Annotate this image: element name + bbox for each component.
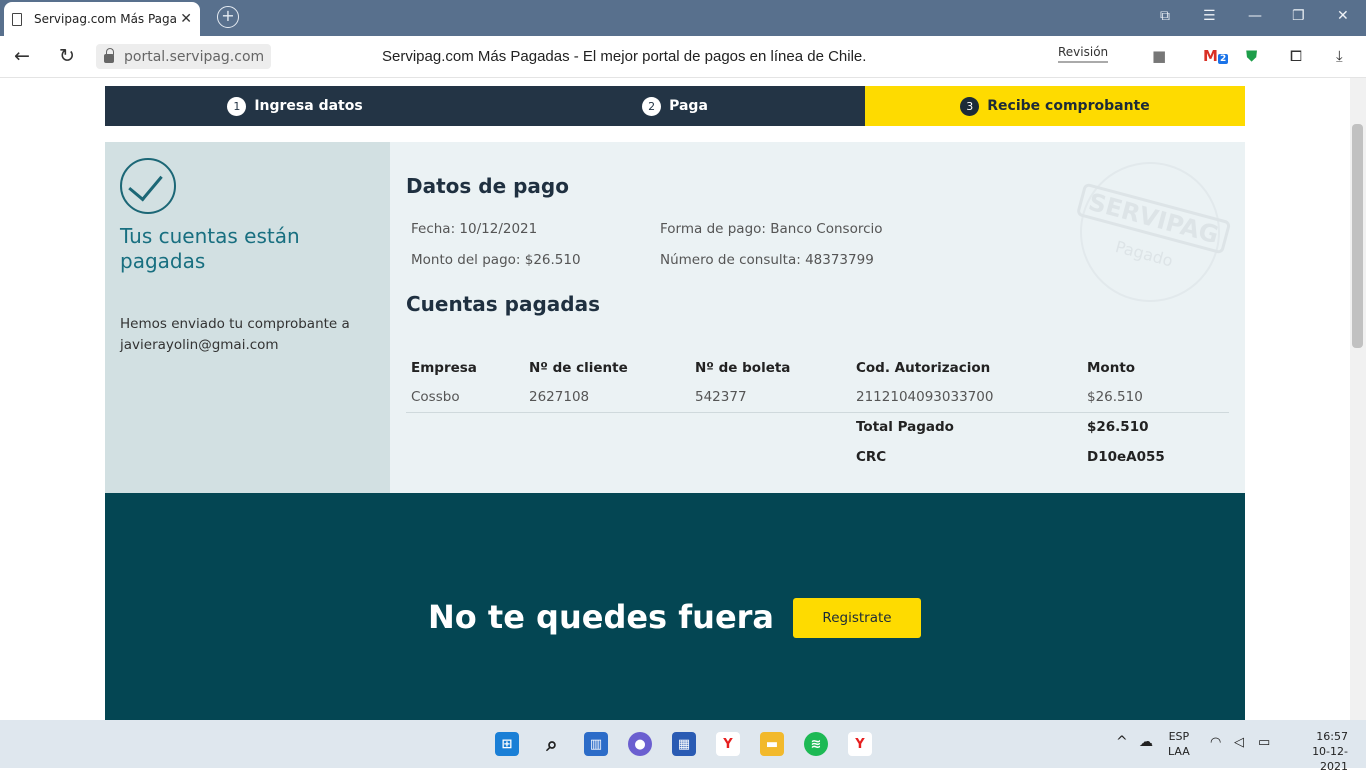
- gmail-badge: 2: [1217, 54, 1229, 64]
- minimize-icon[interactable]: —: [1248, 8, 1262, 24]
- confirmation-panel: Tus cuentas están pagadas Hemos enviado …: [105, 142, 390, 493]
- payment-details-panel: Datos de pago Fecha: 10/12/2021 Monto de…: [390, 142, 1245, 493]
- step-label: Ingresa datos: [254, 98, 363, 114]
- download-icon[interactable]: ⤓: [1336, 47, 1343, 65]
- crc-label: CRC: [856, 449, 887, 465]
- chevron-up-icon[interactable]: ^: [1116, 735, 1128, 750]
- banner-headline: No te quedes fuera: [428, 598, 775, 636]
- payment-date: Fecha: 10/12/2021: [411, 221, 538, 237]
- total-row: Total Pagado $26.510: [406, 412, 1229, 442]
- step-3: 3 Recibe comprobante: [865, 86, 1245, 126]
- bookmark-icon[interactable]: ■: [1152, 47, 1166, 65]
- tabs-panel-icon[interactable]: ⧉: [1160, 8, 1170, 24]
- menu-icon[interactable]: ☰: [1203, 8, 1216, 24]
- confirmation-title: Tus cuentas están pagadas: [120, 224, 300, 273]
- clock-time: 16:57: [1316, 730, 1348, 743]
- column-header: Cod. Autorizacion: [856, 360, 991, 376]
- step-number: 1: [227, 96, 247, 116]
- step-number: 3: [960, 96, 980, 116]
- column-header: Nº de cliente: [529, 360, 628, 376]
- crc-value: D10eA055: [1087, 449, 1165, 465]
- payment-amount: Monto del pago: $26.510: [411, 252, 581, 268]
- document-icon: [12, 12, 22, 26]
- register-button[interactable]: Registrate: [793, 598, 921, 638]
- revision-button[interactable]: Revisión: [1058, 45, 1109, 63]
- start-icon[interactable]: ⊞: [495, 732, 519, 756]
- yandex-icon[interactable]: Y: [848, 732, 872, 756]
- table-header-row: Empresa Nº de cliente Nº de boleta Cod. …: [406, 354, 1229, 382]
- payment-data-title: Datos de pago: [406, 174, 569, 198]
- column-header: Monto: [1087, 360, 1136, 376]
- payment-method: Forma de pago: Banco Consorcio: [660, 221, 883, 237]
- url-text: portal.servipag.com: [124, 48, 265, 65]
- spotify-icon[interactable]: ≋: [804, 732, 828, 756]
- tab-title: Servipag.com Más Pagadas: [34, 12, 177, 26]
- table-row: Cossbo 2627108 542377 2112104093033700 $…: [406, 382, 1229, 413]
- url-field[interactable]: portal.servipag.com: [96, 44, 271, 69]
- extensions-icon[interactable]: ⧠: [1290, 47, 1302, 65]
- checkmark-icon: [120, 158, 176, 214]
- browser-titlebar: Servipag.com Más Pagadas ✕ + ⧉ ☰ — ❐ ✕: [0, 0, 1366, 36]
- store-icon[interactable]: ▦: [672, 732, 696, 756]
- stamp-status: Pagado: [1113, 236, 1176, 271]
- paid-accounts-table: Empresa Nº de cliente Nº de boleta Cod. …: [406, 354, 1229, 472]
- battery-icon[interactable]: ▭: [1258, 735, 1270, 750]
- total-label: Total Pagado: [856, 419, 954, 436]
- file-explorer-icon[interactable]: ▬: [760, 732, 784, 756]
- task-view-icon[interactable]: ▥: [584, 732, 608, 756]
- lock-icon: [104, 48, 114, 63]
- clock-date: 10-12-2021: [1312, 745, 1348, 773]
- step-label: Recibe comprobante: [987, 98, 1150, 114]
- address-bar: ← ↻ portal.servipag.com Servipag.com Más…: [0, 36, 1366, 78]
- step-label: Paga: [669, 98, 708, 114]
- new-tab-button[interactable]: +: [217, 6, 239, 28]
- total-value: $26.510: [1087, 419, 1149, 436]
- wifi-icon[interactable]: ◠: [1210, 735, 1221, 750]
- step-number: 2: [642, 96, 662, 116]
- table-cell: 542377: [690, 382, 851, 413]
- language-indicator[interactable]: ESP LAA: [1168, 729, 1190, 759]
- table-cell: Cossbo: [406, 382, 524, 413]
- paid-stamp: SERVIPAG Pagado: [1064, 146, 1236, 318]
- onedrive-icon[interactable]: ☁: [1139, 735, 1153, 750]
- volume-icon[interactable]: ◁: [1234, 735, 1244, 750]
- confirmation-message: Hemos enviado tu comprobante a javierayo…: [120, 316, 350, 353]
- gmail-icon[interactable]: M2: [1203, 47, 1229, 65]
- column-header: Nº de boleta: [695, 360, 791, 376]
- paid-accounts-title: Cuentas pagadas: [406, 292, 600, 316]
- query-number: Número de consulta: 48373799: [660, 252, 874, 268]
- shield-extension-icon[interactable]: ⛊: [1246, 47, 1257, 65]
- page-title: Servipag.com Más Pagadas - El mejor port…: [382, 48, 867, 65]
- back-icon[interactable]: ←: [14, 45, 30, 67]
- search-icon[interactable]: ⌕: [540, 732, 564, 756]
- table-cell: $26.510: [1082, 382, 1229, 413]
- table-cell: 2112104093033700: [851, 382, 1082, 413]
- tab-close-icon[interactable]: ✕: [180, 11, 192, 27]
- keyboard-layout: LAA: [1168, 745, 1190, 758]
- stamp-brand: SERVIPAG: [1076, 181, 1232, 255]
- windows-taskbar: ⊞ ⌕ ▥ ● ▦ Y ▬ ≋ Y ^ ☁ ESP LAA ◠ ◁ ▭ 16:5…: [0, 720, 1366, 773]
- column-header: Empresa: [411, 360, 477, 376]
- clock[interactable]: 16:57 10-12-2021: [1290, 729, 1348, 774]
- language-code: ESP: [1168, 730, 1190, 743]
- step-2: 2 Paga: [485, 86, 865, 126]
- step-1: 1 Ingresa datos: [105, 86, 485, 126]
- revision-label: Revisión: [1058, 45, 1109, 59]
- register-banner: No te quedes fuera Registrate: [105, 493, 1245, 720]
- close-window-icon[interactable]: ✕: [1337, 8, 1349, 24]
- reload-icon[interactable]: ↻: [59, 45, 75, 67]
- yandex-browser-icon[interactable]: Y: [716, 732, 740, 756]
- browser-tab[interactable]: Servipag.com Más Pagadas ✕: [4, 2, 200, 36]
- crc-row: CRC D10eA055: [406, 442, 1229, 472]
- table-cell: 2627108: [524, 382, 690, 413]
- chat-icon[interactable]: ●: [628, 732, 652, 756]
- payment-steps: 1 Ingresa datos 2 Paga 3 Recibe comproba…: [105, 86, 1245, 126]
- restore-icon[interactable]: ❐: [1292, 8, 1305, 24]
- scrollbar-thumb[interactable]: [1352, 124, 1363, 348]
